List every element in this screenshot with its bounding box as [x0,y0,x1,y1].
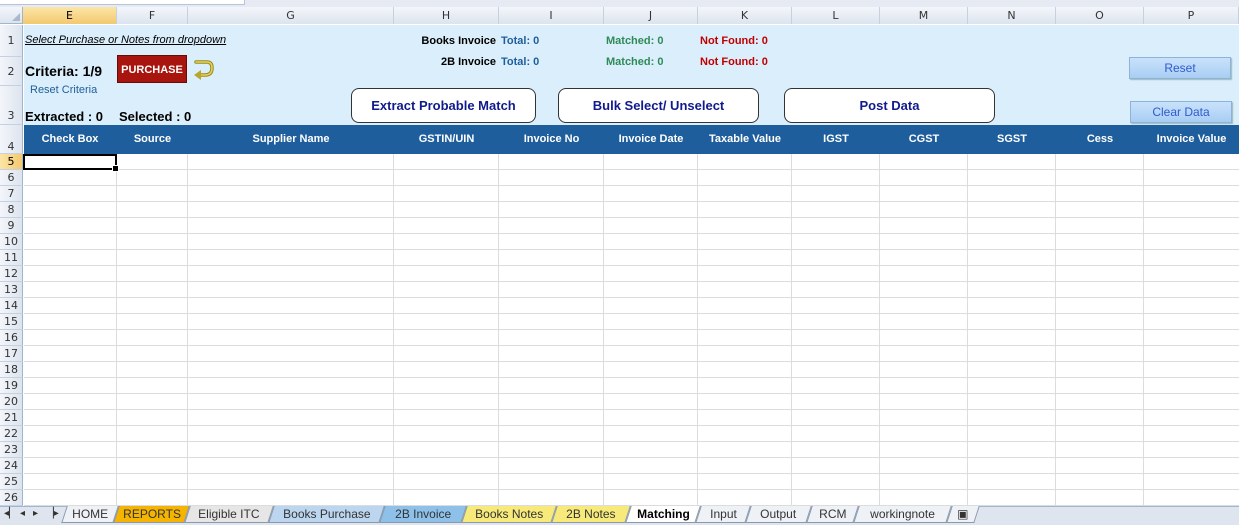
row-header-14[interactable]: 14 [0,298,23,314]
tab-books-notes[interactable]: Books Notes [461,506,557,523]
last-sheet-icon[interactable]: ▕▸ [46,508,59,519]
prev-sheet-icon[interactable]: ◂ [20,508,25,519]
clear-data-button[interactable]: Clear Data [1130,101,1232,123]
header-cgst: CGST [908,133,940,145]
row-header-22[interactable]: 22 [0,426,23,442]
header-gstin-uin: GSTIN/UIN [418,133,475,145]
column-header-o[interactable]: O [1056,7,1144,24]
first-sheet-icon[interactable]: ◂▏ [4,508,17,519]
bulk-select-button[interactable]: Bulk Select/ Unselect [558,88,759,123]
row-header-23[interactable]: 23 [0,442,23,458]
row-header-6[interactable]: 6 [0,170,23,186]
tab-matching[interactable]: Matching [625,506,701,523]
formula-bar-strip [0,0,1239,7]
row-header-16[interactable]: 16 [0,330,23,346]
insert-sheet-icon[interactable]: ▣ [946,506,980,523]
post-data-button[interactable]: Post Data [784,88,995,123]
header-cess: Cess [1086,133,1114,145]
column-header-l[interactable]: L [792,7,880,24]
row-header-24[interactable]: 24 [0,458,23,474]
header-sgst: SGST [997,133,1027,145]
tab-reports[interactable]: REPORTS [113,506,190,523]
row-header-20[interactable]: 20 [0,394,23,410]
b2-invoice-matched: Matched: 0 [606,56,664,68]
extract-probable-match-button[interactable]: Extract Probable Match [351,88,536,123]
criteria-label: Criteria: 1/9 [25,63,103,79]
row-header-7[interactable]: 7 [0,186,23,202]
header-invoice-date: Invoice Date [618,133,684,145]
header-supplier-name: Supplier Name [252,133,330,145]
column-header-j[interactable]: J [604,7,698,24]
reset-criteria-link[interactable]: Reset Criteria [30,84,97,96]
tab-home[interactable]: HOME [61,506,119,523]
select-all-corner[interactable] [0,7,23,24]
b2-invoice-not-found: Not Found: 0 [700,56,768,68]
header-invoice-no: Invoice No [523,133,580,145]
row-header-8[interactable]: 8 [0,202,23,218]
b2-invoice-total: Total: 0 [501,56,540,68]
row-header-13[interactable]: 13 [0,282,23,298]
row-header-25[interactable]: 25 [0,474,23,490]
header-invoice-value: Invoice Value [1156,133,1227,145]
row-header-1[interactable]: 1 [0,25,23,57]
tab-output[interactable]: Output [745,506,812,523]
row-header-17[interactable]: 17 [0,346,23,362]
active-cell-e5[interactable] [23,154,119,172]
books-invoice-total: Total: 0 [501,35,540,47]
next-sheet-icon[interactable]: ▸ [33,508,38,519]
row-header-10[interactable]: 10 [0,234,23,250]
books-invoice-matched: Matched: 0 [606,35,664,47]
header-igst: IGST [823,133,849,145]
row-header-4[interactable]: 4 [0,125,23,154]
row-header-3[interactable]: 3 [0,86,23,125]
purchase-dropdown[interactable]: PURCHASE [117,55,187,83]
column-header-h[interactable]: H [394,7,499,24]
column-header-f[interactable]: F [117,7,188,24]
tab-eligible-itc[interactable]: Eligible ITC [184,506,274,523]
tab-2b-invoice[interactable]: 2B Invoice [379,506,467,523]
column-header-g[interactable]: G [188,7,394,24]
row-header-5[interactable]: 5 [0,154,23,170]
cell-grid[interactable] [24,154,1239,506]
column-header-m[interactable]: M [880,7,968,24]
spreadsheet[interactable]: E F G H I J K L M N O P 1 2 3 4 5 6 7 8 9 10 1… [0,0,1239,506]
header-source: Source [133,133,172,145]
row-header-19[interactable]: 19 [0,378,23,394]
b2-invoice-label: 2B Invoice [440,56,496,68]
instruction-text: Select Purchase or Notes from dropdown [25,34,227,46]
extracted-count: Extracted : 0 [25,109,104,124]
header-check-box: Check Box [41,133,99,145]
column-header-k[interactable]: K [698,7,792,24]
row-header-15[interactable]: 15 [0,314,23,330]
row-header-11[interactable]: 11 [0,250,23,266]
row-header-9[interactable]: 9 [0,218,23,234]
row-header-12[interactable]: 12 [0,266,23,282]
books-invoice-not-found: Not Found: 0 [700,35,768,47]
books-invoice-label: Books Invoice [421,35,496,47]
tab-2b-notes[interactable]: 2B Notes [551,506,631,523]
row-header-18[interactable]: 18 [0,362,23,378]
tab-workingnote[interactable]: workingnote [853,506,952,523]
row-header-21[interactable]: 21 [0,410,23,426]
row-header-26[interactable]: 26 [0,490,23,506]
column-header-i[interactable]: I [499,7,604,24]
tab-rcm[interactable]: RCM [806,506,859,523]
column-header-p[interactable]: P [1144,7,1239,24]
selected-count: Selected : 0 [119,109,192,124]
column-header-n[interactable]: N [968,7,1056,24]
header-taxable-value: Taxable Value [709,133,781,145]
column-header-e[interactable]: E [23,7,117,24]
undo-arrow-icon[interactable] [192,56,214,82]
tab-books-purchase[interactable]: Books Purchase [268,506,385,523]
tab-input[interactable]: Input [695,506,751,523]
row-header-2[interactable]: 2 [0,57,23,86]
reset-button[interactable]: Reset [1129,57,1231,79]
